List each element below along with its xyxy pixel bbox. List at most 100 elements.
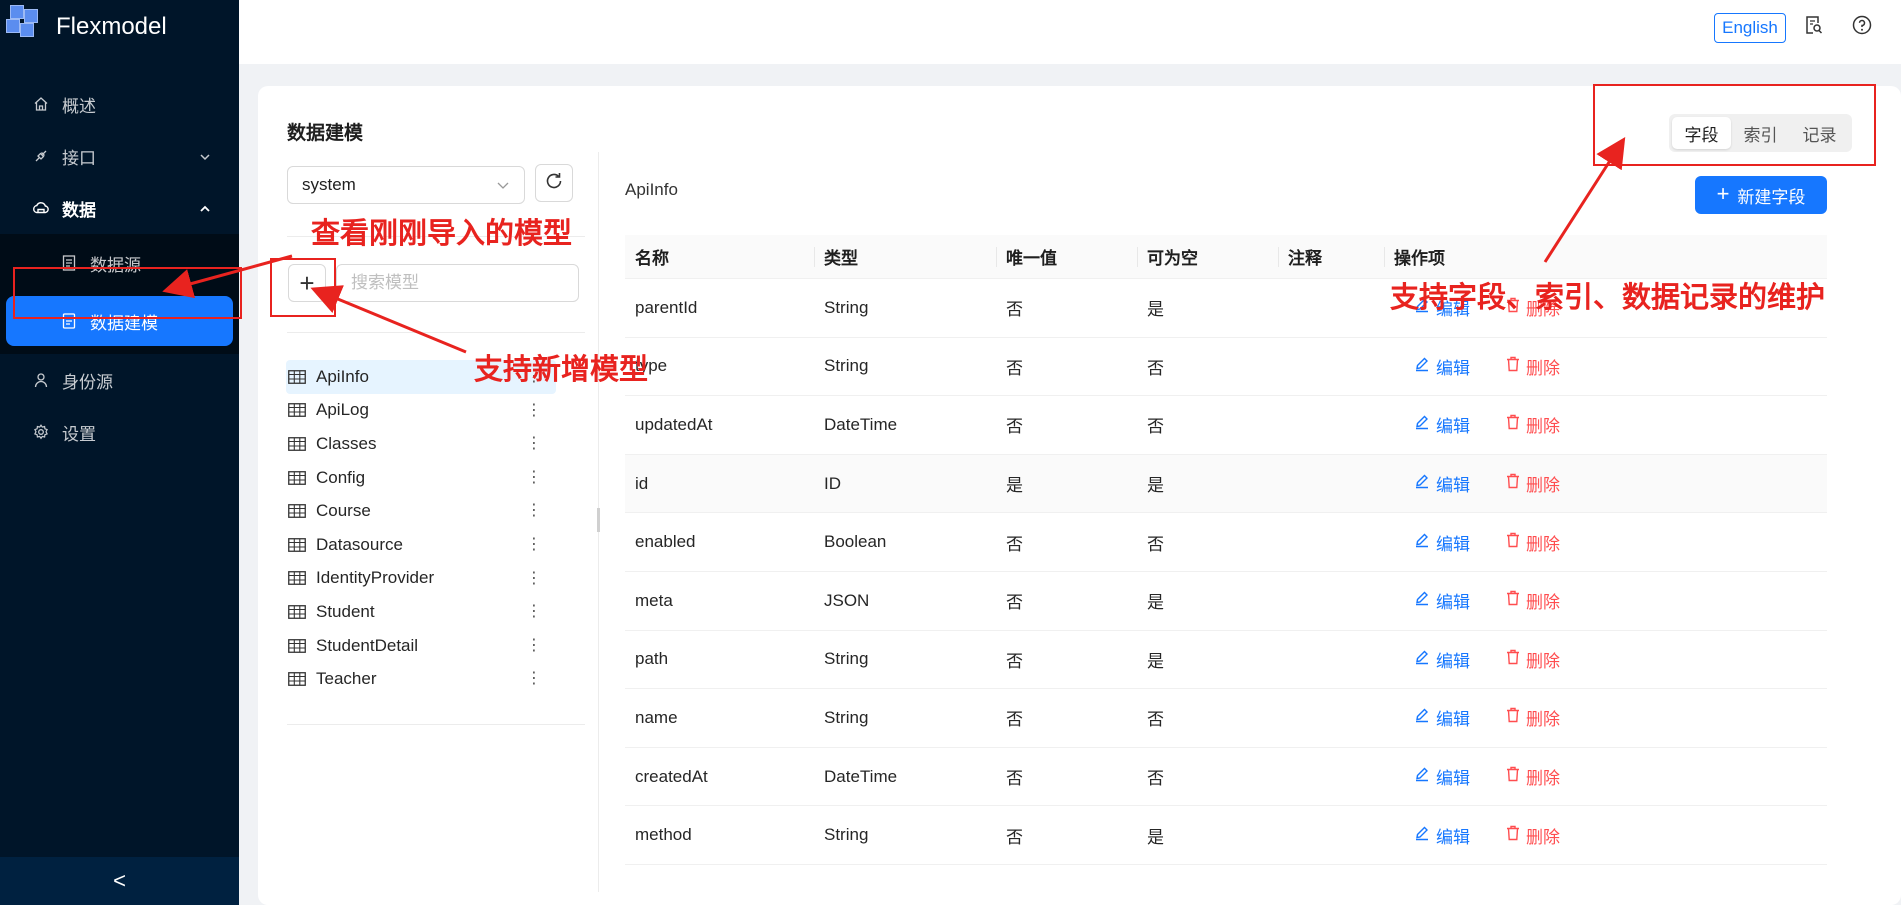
delete-button[interactable]: 删除	[1506, 471, 1560, 496]
logo[interactable]: Flexmodel	[0, 0, 239, 56]
field-nullable: 否	[1147, 358, 1164, 378]
field-unique: 否	[1006, 651, 1023, 671]
edit-icon	[1414, 473, 1436, 494]
row-actions: 编辑 删除	[1384, 530, 1827, 555]
home-icon	[32, 95, 50, 113]
table-row: meta JSON 否 是 编辑 删除	[625, 572, 1827, 631]
help-icon[interactable]	[1851, 14, 1873, 36]
more-icon[interactable]: ⋮	[526, 668, 542, 688]
table-row: createdAt DateTime 否 否 编辑 删除	[625, 748, 1827, 807]
new-field-button[interactable]: + 新建字段	[1695, 176, 1827, 214]
delete-button[interactable]: 删除	[1506, 530, 1560, 555]
field-type: ID	[824, 473, 841, 493]
table-row: name String 否 否 编辑 删除	[625, 689, 1827, 748]
edit-button[interactable]: 编辑	[1414, 764, 1470, 789]
field-nullable: 是	[1147, 300, 1164, 320]
sidebar-item-api[interactable]: 接口	[0, 130, 239, 182]
sidebar-item-settings[interactable]: 设置	[0, 406, 239, 458]
sidebar-item-data[interactable]: 数据	[0, 182, 239, 234]
user-icon	[32, 371, 50, 389]
list-item[interactable]: Teacher ⋮	[286, 662, 556, 696]
delete-button[interactable]: 删除	[1506, 588, 1560, 613]
model-name: IdentityProvider	[316, 568, 435, 588]
edit-icon	[1414, 532, 1436, 553]
more-icon[interactable]: ⋮	[526, 568, 542, 588]
list-item[interactable]: StudentDetail ⋮	[286, 629, 556, 663]
list-item[interactable]: Datasource ⋮	[286, 528, 556, 562]
edit-button[interactable]: 编辑	[1414, 588, 1470, 613]
table-row: updatedAt DateTime 否 否 编辑 删除	[625, 396, 1827, 455]
field-name: method	[635, 825, 692, 845]
field-name: createdAt	[635, 766, 708, 786]
edit-button[interactable]: 编辑	[1414, 530, 1470, 555]
table-row: enabled Boolean 否 否 编辑 删除	[625, 513, 1827, 572]
row-actions: 编辑 删除	[1384, 647, 1827, 672]
edit-button[interactable]: 编辑	[1414, 471, 1470, 496]
plus-icon: +	[1716, 181, 1730, 206]
more-icon[interactable]: ⋮	[526, 500, 542, 520]
more-icon[interactable]: ⋮	[526, 601, 542, 621]
more-icon[interactable]: ⋮	[526, 534, 542, 554]
more-icon[interactable]: ⋮	[526, 400, 542, 420]
more-icon[interactable]: ⋮	[526, 635, 542, 655]
divider	[287, 724, 585, 725]
delete-button[interactable]: 删除	[1506, 764, 1560, 789]
column-header: 名称	[635, 249, 669, 268]
more-icon[interactable]: ⋮	[526, 433, 542, 453]
list-item[interactable]: Config ⋮	[286, 461, 556, 495]
field-nullable: 是	[1147, 476, 1164, 496]
delete-label: 删除	[1526, 769, 1560, 789]
delete-label: 删除	[1526, 827, 1560, 847]
field-name: parentId	[635, 297, 698, 317]
current-model-name: ApiInfo	[625, 180, 678, 199]
field-type: String	[824, 707, 869, 727]
row-actions: 编辑 删除	[1384, 354, 1827, 379]
table-icon	[288, 537, 306, 552]
list-item[interactable]: Classes ⋮	[286, 427, 556, 461]
chevron-left-icon: <	[113, 868, 126, 893]
model-name: Config	[316, 467, 366, 487]
delete-button[interactable]: 删除	[1506, 354, 1560, 379]
delete-button[interactable]: 删除	[1506, 647, 1560, 672]
edit-label: 编辑	[1436, 710, 1470, 730]
datasource-select[interactable]: system	[287, 166, 525, 204]
refresh-button[interactable]	[535, 164, 573, 202]
document-search-icon[interactable]	[1803, 14, 1825, 36]
sidebar-collapse-button[interactable]: <	[0, 857, 239, 905]
edit-button[interactable]: 编辑	[1414, 354, 1470, 379]
edit-button[interactable]: 编辑	[1414, 647, 1470, 672]
sidebar-item-identity[interactable]: 身份源	[0, 354, 239, 406]
edit-label: 编辑	[1436, 476, 1470, 496]
divider	[287, 332, 585, 333]
new-field-label: 新建字段	[1737, 187, 1806, 207]
table-icon	[288, 672, 306, 687]
field-unique: 否	[1006, 417, 1023, 437]
table-icon	[288, 369, 306, 384]
splitter-handle[interactable]	[597, 508, 600, 532]
delete-button[interactable]: 删除	[1506, 412, 1560, 437]
list-item[interactable]: IdentityProvider ⋮	[286, 562, 556, 596]
edit-button[interactable]: 编辑	[1414, 705, 1470, 730]
sidebar-item-overview[interactable]: 概述	[0, 78, 239, 130]
edit-button[interactable]: 编辑	[1414, 823, 1470, 848]
more-icon[interactable]: ⋮	[526, 467, 542, 487]
model-name: ApiInfo	[316, 366, 369, 386]
annotation-box-add	[270, 258, 336, 317]
list-item[interactable]: Course ⋮	[286, 494, 556, 528]
language-switch-button[interactable]: English	[1714, 13, 1786, 43]
model-name: Teacher	[316, 669, 377, 689]
search-model-input[interactable]	[336, 264, 579, 302]
sidebar-item-label: 数据	[62, 200, 96, 220]
datasource-select-value: system	[302, 175, 356, 194]
sidebar-item-label: 设置	[62, 424, 96, 444]
field-type: String	[824, 297, 869, 317]
table-row: id ID 是 是 编辑 删除	[625, 454, 1827, 514]
edit-button[interactable]: 编辑	[1414, 412, 1470, 437]
list-item[interactable]: Student ⋮	[286, 595, 556, 629]
model-name: Datasource	[316, 534, 403, 554]
delete-button[interactable]: 删除	[1506, 705, 1560, 730]
delete-button[interactable]: 删除	[1506, 823, 1560, 848]
app-title: Flexmodel	[56, 13, 167, 40]
cloud-icon	[32, 199, 50, 217]
list-item[interactable]: ApiLog ⋮	[286, 394, 556, 428]
